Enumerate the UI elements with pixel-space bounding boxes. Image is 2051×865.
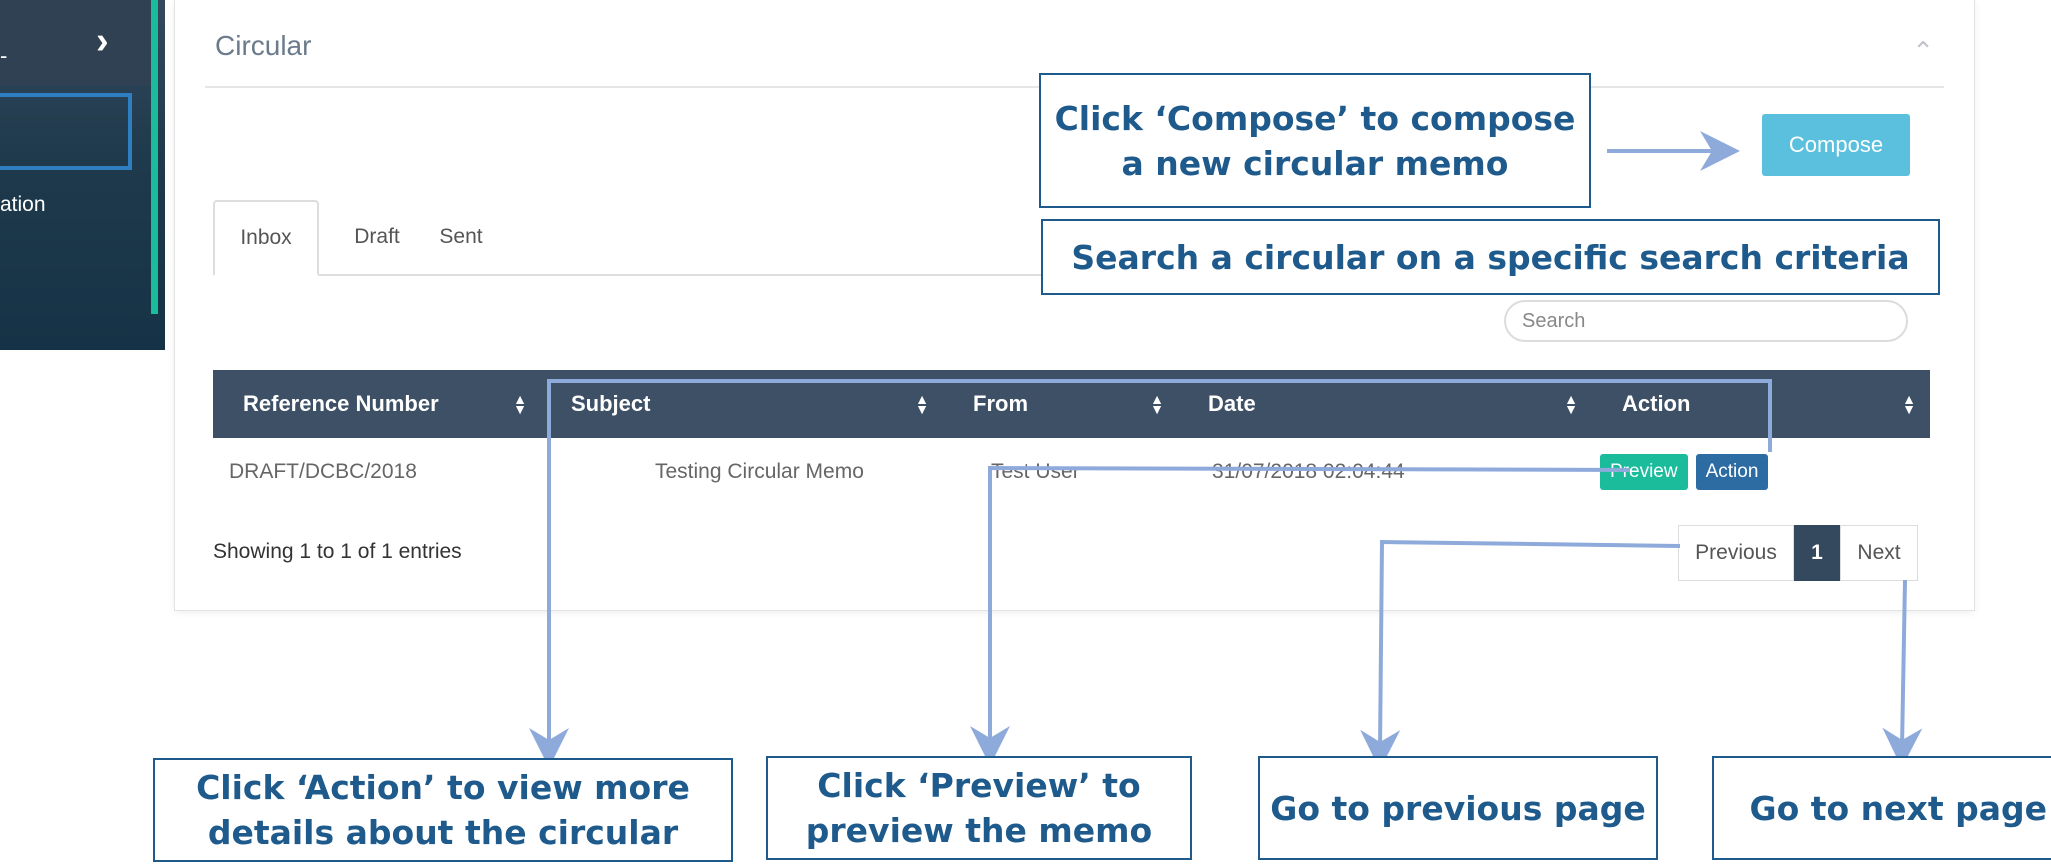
panel-title: Circular [215,30,312,61]
sidebar-item-label[interactable]: ation [0,193,46,217]
chevron-up-icon[interactable]: ⌃ [1912,36,1934,67]
column-label: Action [1622,391,1691,416]
column-header-action[interactable]: Action ▲ ▼ [1592,370,1930,438]
tab-draft[interactable]: Draft [337,200,417,274]
sidebar: - › ation [0,0,165,350]
table-row: DRAFT/DCBC/2018 Testing Circular Memo Te… [213,438,1930,506]
sidebar-scrollbar[interactable] [151,0,158,314]
tab-inbox[interactable]: Inbox [213,200,319,276]
action-button[interactable]: Action [1695,454,1769,490]
cell-reference-number: DRAFT/DCBC/2018 [229,460,417,483]
sort-icon[interactable]: ▲ ▼ [1564,392,1578,416]
search-callout: Search a circular on a specific search c… [1041,219,1940,295]
tab-bar: Inbox Draft Sent [213,200,1053,276]
pagination: Previous 1 Next [1678,525,1918,581]
next-page-button[interactable]: Next [1840,525,1918,581]
circular-table: Reference Number ▲ ▼ Subject ▲ ▼ From ▲ ▼ Date… [213,370,1930,506]
action-callout: Click ‘Action’ to view more details abou… [153,758,733,862]
column-header-subject[interactable]: Subject ▲ ▼ [541,370,943,438]
sidebar-selected-item[interactable] [0,93,132,170]
column-label: From [973,391,1028,416]
column-header-from[interactable]: From ▲ ▼ [943,370,1178,438]
cell-from: Test User [991,460,1080,483]
preview-button[interactable]: Preview [1600,454,1688,490]
tab-sent[interactable]: Sent [421,200,501,274]
column-label: Date [1208,391,1256,416]
cell-subject: Testing Circular Memo [655,460,864,483]
sort-icon[interactable]: ▲ ▼ [915,392,929,416]
sort-icon[interactable]: ▲ ▼ [1902,392,1916,416]
preview-callout: Click ‘Preview’ to preview the memo [766,756,1192,860]
current-page-button[interactable]: 1 [1794,525,1840,581]
sort-icon[interactable]: ▲ ▼ [513,392,527,416]
sidebar-top-item[interactable]: - › [0,0,158,85]
compose-callout: Click ‘Compose’ to compose a new circula… [1039,73,1591,208]
column-header-date[interactable]: Date ▲ ▼ [1178,370,1592,438]
next-page-callout: Go to next page [1712,756,2051,860]
table-header-row: Reference Number ▲ ▼ Subject ▲ ▼ From ▲ ▼ Date… [213,370,1930,438]
search-input[interactable] [1504,300,1908,342]
sort-icon[interactable]: ▲ ▼ [1150,392,1164,416]
column-label: Subject [571,391,651,416]
column-header-reference-number[interactable]: Reference Number ▲ ▼ [213,370,541,438]
compose-button[interactable]: Compose [1762,114,1910,176]
previous-page-callout: Go to previous page [1258,756,1658,860]
chevron-right-icon[interactable]: › [96,20,109,63]
previous-page-button[interactable]: Previous [1678,525,1794,581]
entries-info: Showing 1 to 1 of 1 entries [213,540,462,563]
cell-date: 31/07/2018 02:04:44 [1212,460,1405,483]
sidebar-top-item-label: - [0,43,8,68]
cell-actions: Preview Action [1592,438,1930,506]
column-label: Reference Number [243,391,439,416]
